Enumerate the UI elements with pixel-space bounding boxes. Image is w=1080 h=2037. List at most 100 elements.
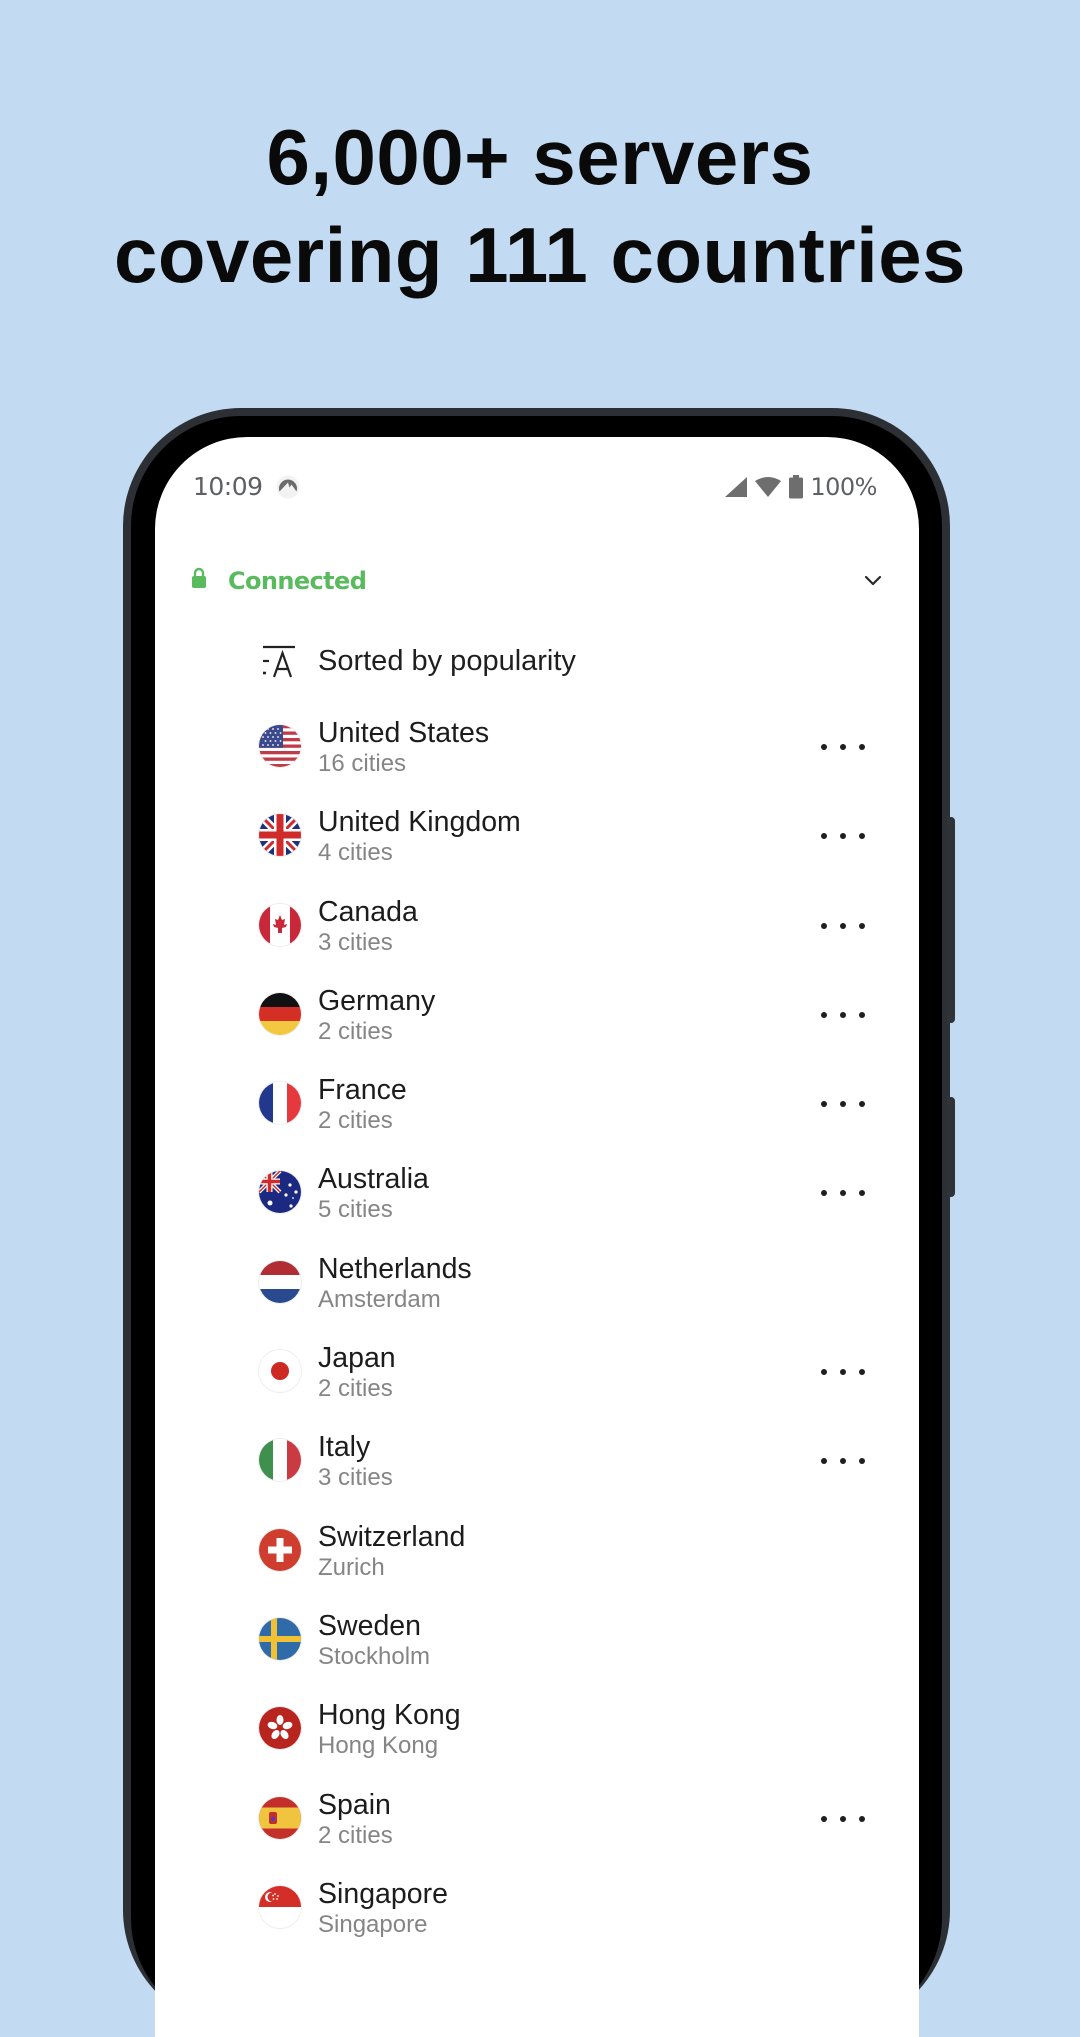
battery-percentage: 100% [810, 473, 877, 501]
status-time: 10:09 [193, 472, 263, 501]
country-subtitle: 2 cities [318, 1017, 393, 1045]
country-row[interactable]: Hong Kong Hong Kong [155, 1684, 919, 1773]
flag-jp-icon [259, 1350, 301, 1393]
country-subtitle: 3 cities [318, 1464, 393, 1492]
country-name: France [318, 1074, 407, 1107]
flag-ch-icon [259, 1528, 301, 1571]
flag-sg-icon [259, 1885, 301, 1928]
dot [859, 1815, 865, 1822]
headline: 6,000+ servers covering 111 countries [0, 108, 1080, 304]
flag-us-icon [259, 725, 301, 767]
country-subtitle: 16 cities [318, 750, 407, 777]
flag-gb-icon [259, 814, 301, 857]
country-row[interactable]: Netherlands Amsterdam [155, 1238, 919, 1327]
country-subtitle: Zurich [318, 1553, 385, 1581]
chevron-down-icon[interactable] [857, 565, 889, 597]
country-name: Japan [318, 1342, 396, 1375]
dot [821, 833, 827, 840]
sort-button[interactable]: Sorted by popularity [155, 621, 919, 701]
country-subtitle: Singapore [318, 1910, 428, 1938]
signal-icon [725, 477, 748, 497]
dot [859, 744, 865, 750]
lock-icon [192, 567, 206, 588]
country-name: United States [318, 717, 490, 749]
country-row[interactable]: Italy 3 cities [155, 1416, 919, 1505]
headline-line-2: covering 111 countries [113, 211, 967, 299]
dot [840, 833, 846, 840]
more-options-icon[interactable] [821, 1000, 865, 1030]
country-row[interactable]: Australia 5 cities [155, 1148, 919, 1237]
more-options-icon[interactable] [821, 1178, 865, 1208]
dot [859, 1101, 865, 1108]
country-name: Hong Kong [318, 1699, 461, 1732]
dot [859, 922, 865, 929]
flag-fr-icon [259, 1082, 301, 1125]
country-subtitle: Hong Kong [318, 1732, 439, 1760]
country-row[interactable]: Switzerland Zurich [155, 1506, 919, 1595]
country-row[interactable]: Sweden Stockholm [155, 1595, 919, 1684]
nordvpn-logo-icon [276, 475, 300, 499]
country-name: Switzerland [318, 1520, 466, 1553]
country-row[interactable]: Canada 3 cities [155, 881, 919, 970]
dot [859, 1458, 865, 1465]
phone-screen: 10:09 100% Connected Sorted by popularit… [155, 437, 919, 2037]
more-options-icon[interactable] [821, 732, 865, 762]
country-name: Singapore [318, 1877, 448, 1910]
more-options-icon[interactable] [821, 911, 865, 941]
country-name: Netherlands [318, 1252, 472, 1285]
dot [821, 1190, 827, 1197]
country-name: Sweden [318, 1609, 421, 1642]
dot [840, 1190, 846, 1197]
dot [859, 1369, 865, 1376]
dot [821, 922, 827, 929]
country-name: Italy [318, 1431, 371, 1464]
more-options-icon[interactable] [821, 1446, 865, 1476]
more-options-icon[interactable] [821, 1089, 865, 1119]
dot [840, 1458, 846, 1465]
more-options-icon[interactable] [821, 1804, 865, 1834]
dot [840, 922, 846, 929]
country-row[interactable]: Germany 2 cities [155, 970, 919, 1059]
dot [821, 1011, 827, 1018]
more-options-icon[interactable] [821, 1357, 865, 1387]
country-name: Australia [318, 1163, 429, 1196]
connection-status-bar[interactable]: Connected [155, 555, 919, 607]
power-button [947, 1097, 955, 1197]
dot [840, 1011, 846, 1018]
country-row[interactable]: Japan 2 cities [155, 1327, 919, 1416]
dot [840, 1101, 846, 1108]
country-subtitle: 4 cities [318, 839, 393, 867]
flag-ca-icon [259, 903, 301, 946]
dot [821, 1369, 827, 1376]
dot [859, 1190, 865, 1197]
country-row[interactable]: United States 16 cities [155, 702, 919, 791]
country-subtitle: Stockholm [318, 1642, 431, 1670]
country-subtitle: 2 cities [318, 1821, 393, 1849]
flag-hk-icon [259, 1707, 301, 1750]
flag-de-icon [259, 992, 301, 1035]
volume-button [947, 817, 955, 1023]
flag-au-icon [259, 1171, 301, 1214]
country-row[interactable]: France 2 cities [155, 1059, 919, 1148]
country-subtitle: 2 cities [318, 1107, 393, 1135]
sort-icon [263, 645, 295, 678]
country-row[interactable]: Singapore Singapore [155, 1863, 919, 1952]
status-bar: 10:09 100% [155, 467, 919, 507]
country-row[interactable]: Spain 2 cities [155, 1774, 919, 1863]
country-name: United Kingdom [318, 806, 521, 839]
country-name: Spain [318, 1788, 391, 1821]
country-row[interactable]: United Kingdom 4 cities [155, 791, 919, 880]
battery-icon [789, 475, 804, 499]
country-subtitle: Amsterdam [318, 1285, 441, 1313]
dot [840, 1369, 846, 1376]
wifi-icon [755, 477, 782, 497]
status-right: 100% [724, 467, 877, 507]
more-options-icon[interactable] [821, 821, 865, 851]
dot [821, 1815, 827, 1822]
dot [821, 744, 827, 750]
country-subtitle: 5 cities [318, 1196, 393, 1224]
dot [821, 1101, 827, 1108]
dot [859, 1011, 865, 1018]
dot [840, 744, 846, 750]
country-subtitle: 2 cities [318, 1375, 393, 1403]
